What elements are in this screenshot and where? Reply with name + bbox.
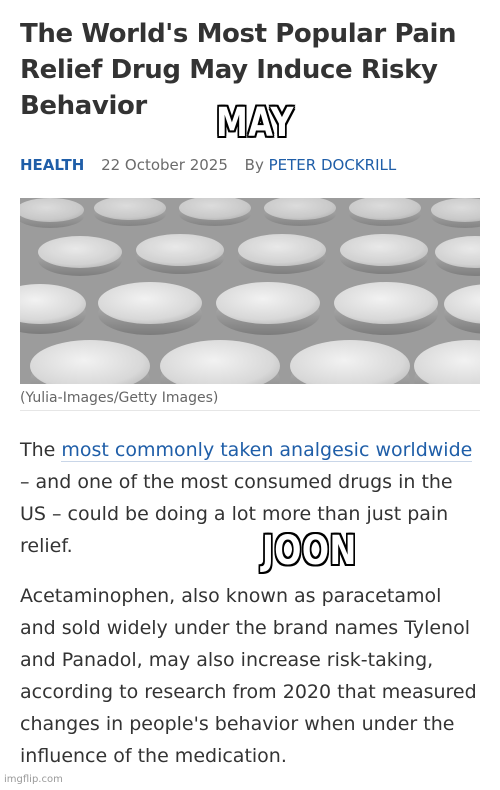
article-image (20, 198, 480, 384)
paragraph-2: Acetaminophen, also known as paracetamol… (20, 585, 477, 767)
article-meta: HEALTH 22 October 2025 By PETER DOCKRILL (20, 154, 396, 176)
author-link[interactable]: PETER DOCKRILL (269, 156, 397, 174)
analgesic-link[interactable]: most commonly taken analgesic worldwide (61, 439, 473, 462)
image-credit: (Yulia-Images/Getty Images) (20, 390, 219, 406)
publish-date: 22 October 2025 (101, 156, 228, 174)
divider (20, 410, 480, 411)
meme-top-text: MAY (216, 100, 294, 146)
paragraph-1-lead: The (20, 439, 62, 461)
imgflip-watermark: imgflip.com (4, 774, 63, 785)
byline-label: By (244, 156, 264, 174)
paragraph-1: The most commonly taken analgesic worldw… (20, 434, 482, 562)
pills-blister-illustration (20, 198, 480, 384)
meme-bottom-text: JOON (262, 528, 357, 574)
category-link[interactable]: HEALTH (20, 156, 84, 174)
paragraph-1-rest: – and one of the most consumed drugs in … (20, 471, 453, 557)
